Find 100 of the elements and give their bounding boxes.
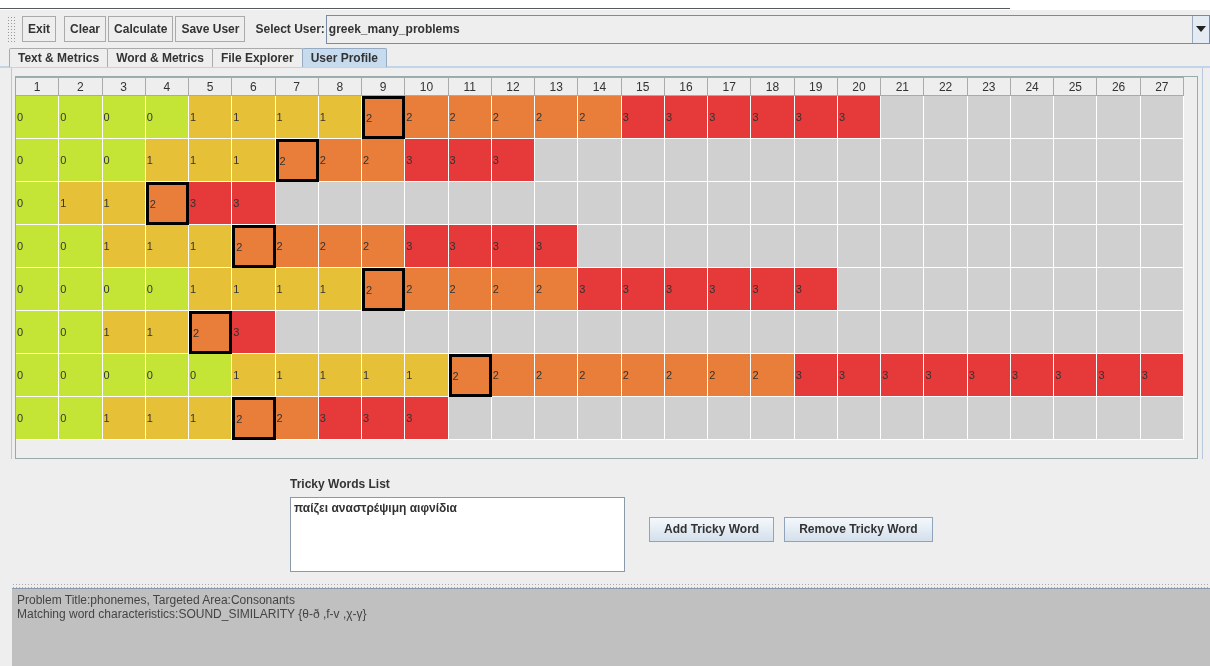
table-cell: 2 <box>491 96 536 139</box>
column-header[interactable]: 19 <box>794 77 838 96</box>
column-header[interactable]: 15 <box>621 77 665 96</box>
table-cell: 2 <box>751 354 795 397</box>
table-cell: 1 <box>318 268 363 311</box>
column-header[interactable]: 18 <box>751 77 795 96</box>
table-cell: 2 <box>145 182 190 225</box>
table-cell: 3 <box>491 225 536 268</box>
table-cell: 1 <box>275 96 319 139</box>
column-header[interactable]: 10 <box>405 77 449 96</box>
button[interactable]: Remove Tricky Word <box>784 516 933 542</box>
toolbar-button[interactable]: Exit <box>22 16 56 42</box>
toolbar-button[interactable]: Calculate <box>108 16 174 42</box>
table-cell: 0 <box>16 354 60 397</box>
column-header[interactable]: 6 <box>232 77 276 96</box>
table-cell: 3 <box>837 354 882 397</box>
column-header[interactable]: 12 <box>491 77 536 96</box>
table-cell: 2 <box>491 354 536 397</box>
table-cell: 3 <box>491 139 536 182</box>
table-cell: 3 <box>1140 354 1184 397</box>
table-cell: 1 <box>232 96 276 139</box>
tab[interactable]: File Explorer <box>211 48 303 67</box>
column-header[interactable]: 7 <box>275 77 319 96</box>
table-cell: 3 <box>535 225 579 268</box>
table-cell: 0 <box>59 225 103 268</box>
table-cell: 3 <box>232 311 276 354</box>
tab[interactable]: Text & Metrics <box>9 48 109 67</box>
column-header[interactable]: 17 <box>708 77 752 96</box>
table-cell: 2 <box>708 354 752 397</box>
column-header[interactable]: 27 <box>1140 77 1184 96</box>
column-header[interactable]: 3 <box>102 77 146 96</box>
table-cell: 1 <box>275 354 319 397</box>
column-header[interactable]: 13 <box>535 77 579 96</box>
table-cell: 1 <box>102 311 146 354</box>
table-cell: 3 <box>837 96 882 139</box>
column-header[interactable]: 23 <box>967 77 1011 96</box>
column-header[interactable]: 5 <box>189 77 233 96</box>
table-cell: 2 <box>535 96 579 139</box>
column-header[interactable]: 22 <box>924 77 968 96</box>
table-cell: 0 <box>59 139 103 182</box>
column-header[interactable]: 2 <box>59 77 103 96</box>
table-cell: 3 <box>405 139 449 182</box>
column-header[interactable]: 4 <box>145 77 190 96</box>
column-header[interactable]: 26 <box>1097 77 1141 96</box>
column-header[interactable]: 20 <box>837 77 882 96</box>
table-cell: 0 <box>16 268 60 311</box>
button[interactable]: Add Tricky Word <box>649 516 775 542</box>
table-cell: 0 <box>59 397 103 440</box>
table-cell: 2 <box>232 225 276 268</box>
table-cell: 2 <box>535 354 579 397</box>
column-header[interactable]: 21 <box>881 77 925 96</box>
column-header[interactable]: 14 <box>578 77 622 96</box>
info-text: Matching word characteristics:SOUND_SIMILARITY {θ-ð ,f-v ,χ-γ} <box>17 607 368 621</box>
table-cell: 1 <box>189 397 233 440</box>
table-cell: 0 <box>102 354 146 397</box>
table-cell: 0 <box>59 354 103 397</box>
column-header[interactable]: 25 <box>1054 77 1098 96</box>
table-cell: 1 <box>59 182 103 225</box>
dropdown-button[interactable] <box>1192 15 1209 43</box>
table-cell: 2 <box>448 354 492 397</box>
table-cell: 2 <box>405 268 449 311</box>
table-cell: 1 <box>318 96 363 139</box>
toolbar-button[interactable]: Clear <box>64 16 107 42</box>
table-cell: 3 <box>578 268 622 311</box>
list-label: Tricky Words List <box>290 476 391 491</box>
table-cell: 3 <box>924 354 968 397</box>
table-cell: 0 <box>16 397 60 440</box>
table-cell: 3 <box>751 96 795 139</box>
table-cell: 2 <box>318 225 363 268</box>
table-cell: 2 <box>621 354 665 397</box>
table-cell: 3 <box>318 397 363 440</box>
table-cell: 1 <box>189 268 233 311</box>
user-select[interactable]: greek_many_problems <box>325 14 1210 44</box>
table-cell: 1 <box>145 311 190 354</box>
table-cell: 3 <box>232 182 276 225</box>
column-header[interactable]: 24 <box>1010 77 1055 96</box>
column-header[interactable]: 16 <box>664 77 709 96</box>
column-header[interactable]: 9 <box>362 77 406 96</box>
table-cell: 3 <box>664 268 709 311</box>
table-cell: 0 <box>16 311 60 354</box>
column-header[interactable]: 11 <box>448 77 492 96</box>
table-cell: 1 <box>145 397 190 440</box>
word-list[interactable]: παίζει αναστρέψιμη αιφνίδια <box>290 496 625 572</box>
table-cell: 2 <box>448 268 492 311</box>
table-cell: 1 <box>232 139 276 182</box>
table-cell: 1 <box>362 354 406 397</box>
tab[interactable]: User Profile <box>301 48 387 67</box>
toolbar-button[interactable]: Save User <box>175 16 246 42</box>
column-header[interactable]: 1 <box>16 77 60 96</box>
table-cell: 0 <box>16 96 60 139</box>
select-label: Select User: <box>255 22 325 36</box>
table-cell: 3 <box>621 268 665 311</box>
table-cell: 3 <box>405 397 449 440</box>
table-cell: 3 <box>1010 354 1055 397</box>
table-cell: 0 <box>102 139 146 182</box>
table-cell: 3 <box>794 96 838 139</box>
table-cell: 2 <box>362 96 406 139</box>
tab[interactable]: Word & Metrics <box>107 48 213 67</box>
table-cell: 3 <box>189 182 233 225</box>
column-header[interactable]: 8 <box>318 77 363 96</box>
